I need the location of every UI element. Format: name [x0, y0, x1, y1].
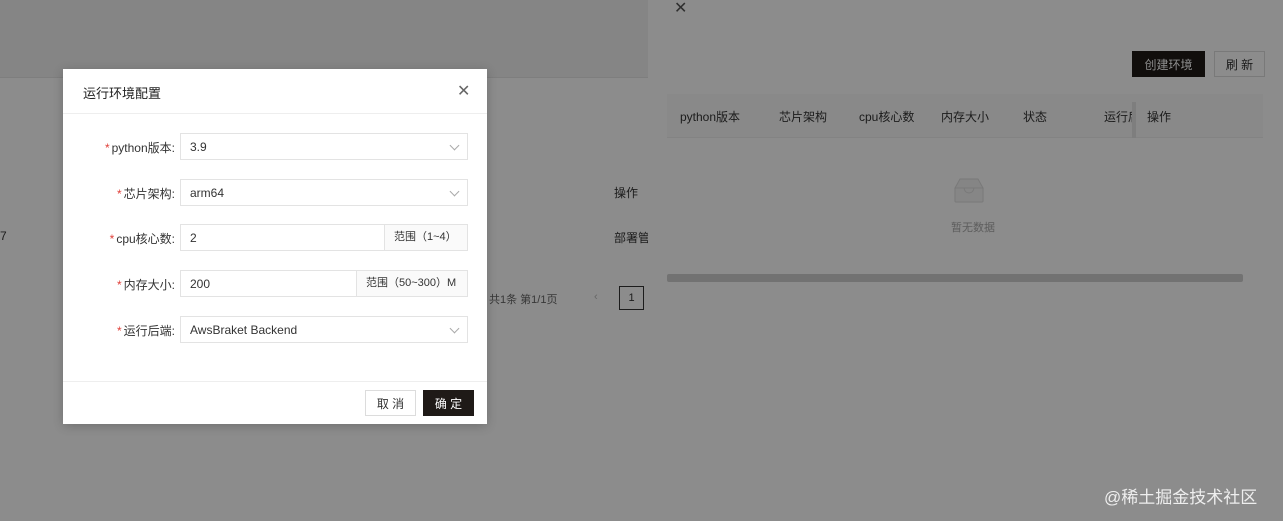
required-mark: *: [116, 324, 122, 338]
required-mark: *: [116, 187, 122, 201]
cpu-cores-input[interactable]: [181, 225, 385, 250]
chip-arch-select[interactable]: arm64: [180, 179, 468, 206]
memory-input[interactable]: [181, 271, 357, 296]
modal-close-icon[interactable]: ✕: [457, 81, 470, 101]
form-row-backend: * 运行后端: AwsBraket Backend: [63, 316, 487, 343]
chevron-down-icon: [449, 186, 460, 197]
cpu-cores-label: * cpu核心数:: [109, 232, 175, 246]
form-row-cpu-cores: *cpu核心数: 范围（1~4）: [63, 224, 487, 251]
watermark: @稀土掘金技术社区: [1104, 488, 1258, 507]
memory-range-addon: 范围（50~300）M: [356, 271, 467, 296]
form-row-python-version: * python版本: 3.9: [63, 133, 487, 160]
modal-footer: 取 消 确 定: [63, 381, 487, 424]
backend-label: * 运行后端:: [116, 324, 175, 338]
backend-select[interactable]: AwsBraket Backend: [180, 316, 468, 343]
cpu-cores-group: 范围（1~4）: [180, 224, 468, 251]
chip-arch-value: arm64: [190, 186, 225, 200]
backend-value: AwsBraket Backend: [190, 323, 298, 337]
cpu-cores-range-addon: 范围（1~4）: [384, 225, 467, 250]
form-row-chip-arch: * 芯片架构: arm64: [63, 179, 487, 206]
python-version-label: * python版本:: [104, 141, 175, 155]
python-version-value: 3.9: [190, 140, 207, 154]
memory-group: 范围（50~300）M: [180, 270, 468, 297]
modal-header: 运行环境配置 ✕: [63, 69, 487, 114]
cancel-button[interactable]: 取 消: [365, 390, 416, 416]
chip-arch-label: * 芯片架构:: [116, 187, 175, 201]
memory-label: * 内存大小:: [116, 278, 175, 292]
form-row-memory: *内存大小: 范围（50~300）M: [63, 270, 487, 297]
modal-title: 运行环境配置: [83, 86, 162, 101]
chevron-down-icon: [449, 323, 460, 334]
required-mark: *: [104, 141, 110, 155]
confirm-button[interactable]: 确 定: [423, 390, 474, 416]
runtime-config-modal: 运行环境配置 ✕ * python版本: 3.9 * 芯片架构: arm64 * cp…: [63, 69, 487, 424]
python-version-select[interactable]: 3.9: [180, 133, 468, 160]
required-mark: *: [109, 232, 115, 246]
chevron-down-icon: [449, 140, 460, 151]
required-mark: *: [116, 278, 122, 292]
